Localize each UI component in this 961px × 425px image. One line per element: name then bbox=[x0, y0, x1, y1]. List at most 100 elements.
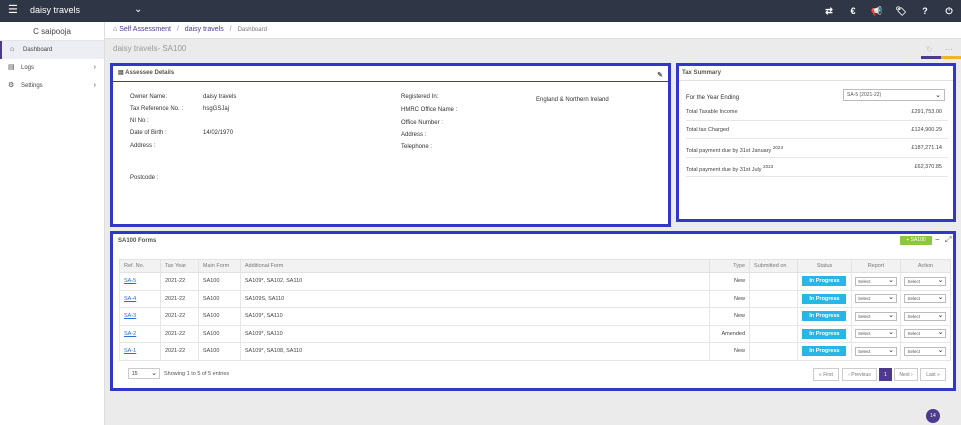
report-select[interactable]: Select ⌄ bbox=[854, 276, 897, 286]
more-options-icon[interactable]: ··· bbox=[945, 45, 953, 54]
ref-link[interactable]: SA-1 bbox=[124, 348, 136, 354]
column-header[interactable]: Action bbox=[899, 259, 952, 273]
action-select[interactable]: Select ⌄ bbox=[904, 346, 947, 356]
tax-summary-row-label: Total Taxable Income bbox=[686, 109, 738, 115]
brand-name[interactable]: daisy travels bbox=[30, 5, 80, 15]
year-ending-label: For the Year Ending bbox=[686, 95, 740, 101]
pager-previous-button[interactable]: ‹ Previous bbox=[842, 368, 877, 381]
chevron-down-icon: ⌄ bbox=[888, 329, 894, 337]
assessee-details-header: ▤ Assessee Details ✎ bbox=[113, 66, 668, 82]
year-ending-select-value: SA-5 (2021-22) bbox=[847, 92, 882, 98]
action-select[interactable]: Select ⌄ bbox=[904, 329, 947, 339]
chevron-down-icon: ⌄ bbox=[888, 294, 894, 302]
tax-summary-row: Total payment due by 31st January 2023 £… bbox=[686, 139, 948, 158]
sa100-forms-table: Ref. No. Tax Year Main Form Additional F… bbox=[119, 259, 952, 361]
tax-year-cell: 2021-22 bbox=[159, 272, 199, 291]
column-header[interactable]: Additional Form bbox=[239, 259, 711, 273]
ref-link[interactable]: SA-2 bbox=[124, 331, 136, 337]
report-select[interactable]: Select ⌄ bbox=[854, 294, 897, 304]
chevron-right-icon: › bbox=[93, 64, 96, 71]
pager-first-button[interactable]: « First bbox=[813, 368, 839, 381]
status-badge[interactable]: In Progress bbox=[802, 346, 847, 357]
tag-icon[interactable]: 🏷 bbox=[889, 0, 913, 22]
status-badge[interactable]: In Progress bbox=[802, 311, 847, 322]
column-header[interactable]: Submitted on bbox=[749, 259, 798, 273]
power-icon[interactable]: ⏻ bbox=[937, 0, 961, 22]
chevron-right-icon: › bbox=[93, 82, 96, 89]
tax-summary-row-label: Total payment due by 31st January 2023 bbox=[686, 145, 784, 154]
owner-name-label: Owner Name: bbox=[130, 94, 168, 100]
home-icon[interactable]: ⌂ bbox=[113, 26, 117, 33]
breadcrumb-client[interactable]: daisy travels bbox=[185, 26, 224, 33]
submitted-on-cell bbox=[749, 272, 798, 291]
report-select[interactable]: Select ⌄ bbox=[854, 311, 897, 321]
pager-last-button[interactable]: Last » bbox=[920, 368, 946, 381]
ref-link[interactable]: SA-3 bbox=[124, 313, 136, 319]
status-badge[interactable]: In Progress bbox=[802, 328, 847, 339]
column-header[interactable]: Type bbox=[709, 259, 751, 273]
column-header[interactable]: Report bbox=[850, 259, 901, 273]
breadcrumb-self-assessment[interactable]: Self Assessment bbox=[119, 26, 171, 33]
column-header[interactable]: Tax Year bbox=[159, 259, 199, 273]
type-cell: New bbox=[709, 342, 751, 361]
currency-icon[interactable]: € bbox=[841, 0, 865, 22]
sidebar-user-name: C saipooja bbox=[0, 22, 104, 41]
sidebar-item-logs[interactable]: ▤ Logs › bbox=[0, 59, 104, 77]
tax-summary-row: Total Taxable Income £291,753.00 bbox=[686, 103, 948, 121]
tax-summary-title: Tax Summary bbox=[679, 66, 953, 81]
tax-summary-row-label: Total payment due by 31st July 2023 bbox=[686, 164, 774, 173]
document-icon: ▤ bbox=[118, 70, 124, 76]
type-cell: New bbox=[709, 307, 751, 326]
hmrc-office-name-label: HMRC Office Name : bbox=[401, 107, 458, 113]
dob-value: 14/02/1970 bbox=[203, 130, 234, 136]
submitted-on-cell bbox=[749, 342, 798, 361]
action-select[interactable]: Select ⌄ bbox=[904, 276, 947, 286]
chevron-down-icon: ⌄ bbox=[935, 92, 941, 99]
chat-notification-badge[interactable]: 14 bbox=[926, 409, 940, 423]
brand-dropdown-chevron-icon[interactable]: ⌄ bbox=[134, 4, 142, 15]
table-row: SA-4 2021-22 SA100 SA109S, SA110 New In … bbox=[119, 289, 952, 308]
logs-icon: ▤ bbox=[8, 64, 15, 71]
sidebar-item-label: Dashboard bbox=[23, 47, 53, 53]
chevron-down-icon: ⌄ bbox=[937, 311, 944, 319]
tax-year-cell: 2021-22 bbox=[159, 289, 199, 308]
announcement-icon[interactable]: 📢 bbox=[865, 0, 889, 22]
minimize-icon[interactable]: − bbox=[935, 235, 940, 244]
expand-icon[interactable]: ⤢ bbox=[945, 235, 951, 245]
table-row: SA-1 2021-22 SA100 SA109*, SA108, SA110 … bbox=[119, 342, 952, 361]
add-sa100-button[interactable]: + SA100 bbox=[900, 236, 932, 245]
page-size-select[interactable]: 15 ⌄ bbox=[128, 368, 160, 379]
registered-in-value: England & Northern Ireland bbox=[536, 97, 609, 103]
additional-form-cell: SA109*, SA110 bbox=[239, 307, 711, 326]
ni-no-label: NI No : bbox=[130, 118, 149, 124]
chevron-down-icon: ⌄ bbox=[888, 276, 894, 284]
tax-summary-row-value: £187,271.14 bbox=[911, 145, 942, 151]
status-badge[interactable]: In Progress bbox=[802, 293, 847, 304]
column-header[interactable]: Status bbox=[797, 259, 852, 273]
entries-info: Showing 1 to 5 of 5 entries bbox=[164, 371, 230, 377]
refresh-icon[interactable]: ↻ bbox=[926, 45, 933, 54]
status-badge[interactable]: In Progress bbox=[802, 276, 847, 287]
edit-icon[interactable]: ✎ bbox=[657, 68, 663, 83]
main-form-cell: SA100 bbox=[197, 342, 241, 361]
sidebar-item-settings[interactable]: ⚙ Settings › bbox=[0, 77, 104, 95]
report-select[interactable]: Select ⌄ bbox=[854, 346, 897, 356]
action-select[interactable]: Select ⌄ bbox=[904, 294, 947, 304]
table-row: SA-5 2021-22 SA100 SA109*, SA102, SA110 … bbox=[119, 272, 952, 291]
switch-icon[interactable]: ⇄ bbox=[817, 0, 841, 22]
pager-next-button[interactable]: Next › bbox=[894, 368, 918, 381]
column-header[interactable]: Main Form bbox=[197, 259, 241, 273]
registered-in-label: Registered In: bbox=[401, 94, 439, 100]
column-header[interactable]: Ref. No. bbox=[119, 259, 161, 273]
ref-link[interactable]: SA-5 bbox=[124, 278, 136, 284]
pager-page-1[interactable]: 1 bbox=[879, 368, 892, 381]
sidebar-item-dashboard[interactable]: ⌂ Dashboard bbox=[0, 41, 104, 59]
year-ending-select[interactable]: SA-5 (2021-22) ⌄ bbox=[843, 89, 945, 101]
report-select[interactable]: Select ⌄ bbox=[854, 329, 897, 339]
ref-link[interactable]: SA-4 bbox=[124, 296, 136, 302]
hamburger-menu-icon[interactable]: ☰ bbox=[8, 5, 18, 16]
assessee-details-title: Assessee Details bbox=[125, 70, 175, 76]
submitted-on-cell bbox=[749, 307, 798, 326]
help-icon[interactable]: ? bbox=[913, 0, 937, 22]
action-select[interactable]: Select ⌄ bbox=[904, 311, 947, 321]
